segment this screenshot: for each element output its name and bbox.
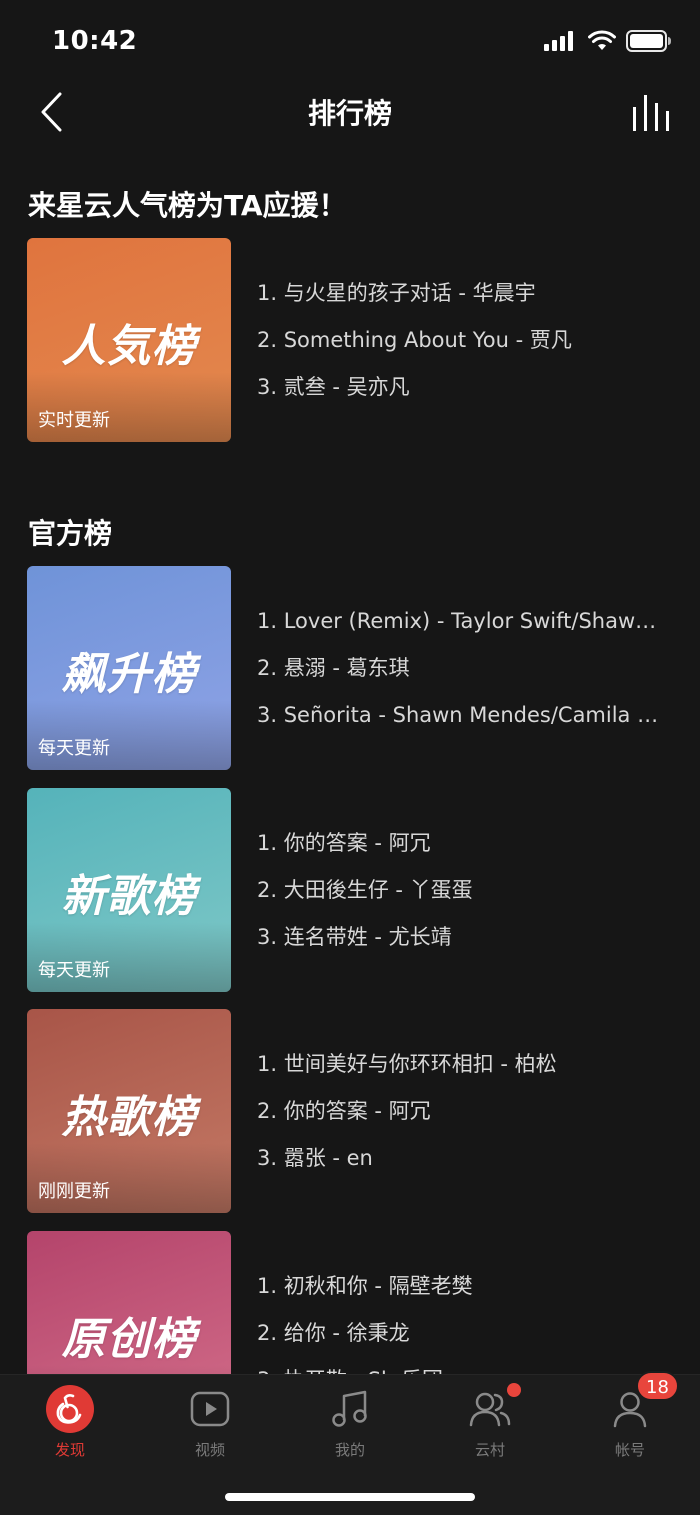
account-badge: 18 bbox=[636, 1371, 679, 1401]
chart-row-hot[interactable]: 热歌榜 刚刚更新 1. 世间美好与你环环相扣 - 柏松 2. 你的答案 - 阿冗… bbox=[27, 1009, 677, 1213]
netease-music-icon bbox=[46, 1385, 94, 1433]
tab-label: 发现 bbox=[54, 1441, 85, 1459]
chart-row-soaring[interactable]: 飙升榜 每天更新 1. Lover (Remix) - Taylor Swift… bbox=[27, 566, 677, 770]
battery-icon bbox=[626, 30, 671, 52]
track-item[interactable]: 2. 悬溺 - 葛东琪 bbox=[257, 653, 669, 700]
section-title-official: 官方榜 bbox=[28, 517, 113, 550]
cover-logo: 新歌榜 bbox=[61, 871, 197, 922]
track-list: 1. 初秋和你 - 隔壁老樊 2. 给你 - 徐秉龙 3. 执开散 - Sh 乐… bbox=[257, 1271, 669, 1374]
music-note-icon bbox=[326, 1385, 374, 1433]
home-indicator bbox=[225, 1493, 475, 1501]
chart-list[interactable]: 来星云人气榜为TA应援！ 人気榜 实时更新 1. 与火星的孩子对话 - 华晨宇 … bbox=[0, 140, 700, 1374]
wifi-icon bbox=[588, 30, 616, 50]
user-icon: 18 bbox=[606, 1371, 679, 1433]
tab-community[interactable]: 云村 bbox=[440, 1383, 540, 1465]
track-item[interactable]: 3. 贰叁 - 吴亦凡 bbox=[257, 372, 669, 419]
video-play-icon bbox=[186, 1385, 234, 1433]
chart-cover[interactable]: 人気榜 实时更新 bbox=[27, 238, 231, 442]
track-item[interactable]: 2. 你的答案 - 阿冗 bbox=[257, 1096, 669, 1143]
tab-label: 云村 bbox=[474, 1441, 505, 1459]
cover-logo: 人気榜 bbox=[61, 321, 197, 372]
chart-row-popular[interactable]: 人気榜 实时更新 1. 与火星的孩子对话 - 华晨宇 2. Something … bbox=[27, 238, 677, 442]
notification-dot bbox=[507, 1383, 521, 1397]
track-item[interactable]: 3. 嚣张 - en bbox=[257, 1143, 669, 1190]
track-item[interactable]: 2. Something About You - 贾凡 bbox=[257, 325, 669, 372]
track-item[interactable]: 1. 世间美好与你环环相扣 - 柏松 bbox=[257, 1049, 669, 1096]
track-list: 1. 世间美好与你环环相扣 - 柏松 2. 你的答案 - 阿冗 3. 嚣张 - … bbox=[257, 1049, 669, 1190]
track-item[interactable]: 3. Señorita - Shawn Mendes/Camila Cabell… bbox=[257, 700, 669, 747]
cover-logo: 飙升榜 bbox=[61, 649, 197, 700]
track-list: 1. 与火星的孩子对话 - 华晨宇 2. Something About You… bbox=[257, 278, 669, 419]
equalizer-button[interactable] bbox=[630, 90, 674, 134]
equalizer-icon bbox=[633, 95, 669, 131]
tab-label: 我的 bbox=[334, 1441, 365, 1459]
section-title-popular: 来星云人气榜为TA应援！ bbox=[28, 189, 347, 222]
tab-mine[interactable]: 我的 bbox=[300, 1385, 400, 1465]
track-item[interactable]: 3. 连名带姓 - 尤长靖 bbox=[257, 922, 669, 969]
track-item[interactable]: 1. Lover (Remix) - Taylor Swift/Shawn Me… bbox=[257, 606, 669, 653]
status-time: 10:42 bbox=[52, 26, 138, 56]
chart-cover[interactable]: 新歌榜 每天更新 bbox=[27, 788, 231, 992]
track-item[interactable]: 2. 大田後生仔 - 丫蛋蛋 bbox=[257, 875, 669, 922]
cover-logo: 原创榜 bbox=[61, 1314, 197, 1365]
track-item[interactable]: 1. 你的答案 - 阿冗 bbox=[257, 828, 669, 875]
signal-icon bbox=[544, 31, 573, 51]
chart-cover[interactable]: 热歌榜 刚刚更新 bbox=[27, 1009, 231, 1213]
track-item[interactable]: 1. 初秋和你 - 隔壁老樊 bbox=[257, 1271, 669, 1318]
update-badge: 每天更新 bbox=[38, 960, 110, 981]
chart-cover[interactable]: 飙升榜 每天更新 bbox=[27, 566, 231, 770]
track-item[interactable]: 1. 与火星的孩子对话 - 华晨宇 bbox=[257, 278, 669, 325]
update-badge: 每天更新 bbox=[38, 738, 110, 759]
update-badge: 刚刚更新 bbox=[38, 1181, 110, 1202]
cover-logo: 热歌榜 bbox=[61, 1092, 197, 1143]
tab-video[interactable]: 视频 bbox=[160, 1385, 260, 1465]
status-bar: 10:42 bbox=[0, 0, 700, 84]
friends-icon bbox=[466, 1383, 521, 1433]
track-list: 1. Lover (Remix) - Taylor Swift/Shawn Me… bbox=[257, 606, 669, 747]
tab-label: 帐号 bbox=[614, 1441, 645, 1459]
chart-row-new[interactable]: 新歌榜 每天更新 1. 你的答案 - 阿冗 2. 大田後生仔 - 丫蛋蛋 3. … bbox=[27, 788, 677, 992]
status-icons bbox=[544, 30, 672, 52]
tab-account[interactable]: 18 帐号 bbox=[580, 1371, 680, 1465]
track-list: 1. 你的答案 - 阿冗 2. 大田後生仔 - 丫蛋蛋 3. 连名带姓 - 尤长… bbox=[257, 828, 669, 969]
chart-cover[interactable]: 原创榜 bbox=[27, 1231, 231, 1374]
track-item[interactable]: 3. 执开散 - Sh 乐团 bbox=[257, 1365, 669, 1374]
track-item[interactable]: 2. 给你 - 徐秉龙 bbox=[257, 1318, 669, 1365]
chart-row-original[interactable]: 原创榜 1. 初秋和你 - 隔壁老樊 2. 给你 - 徐秉龙 3. 执开散 - … bbox=[27, 1231, 677, 1374]
nav-bar: 排行榜 bbox=[0, 84, 700, 140]
tab-discover[interactable]: 发现 bbox=[20, 1385, 120, 1465]
page-title: 排行榜 bbox=[307, 97, 392, 130]
update-badge: 实时更新 bbox=[38, 410, 110, 431]
tab-label: 视频 bbox=[194, 1441, 225, 1459]
